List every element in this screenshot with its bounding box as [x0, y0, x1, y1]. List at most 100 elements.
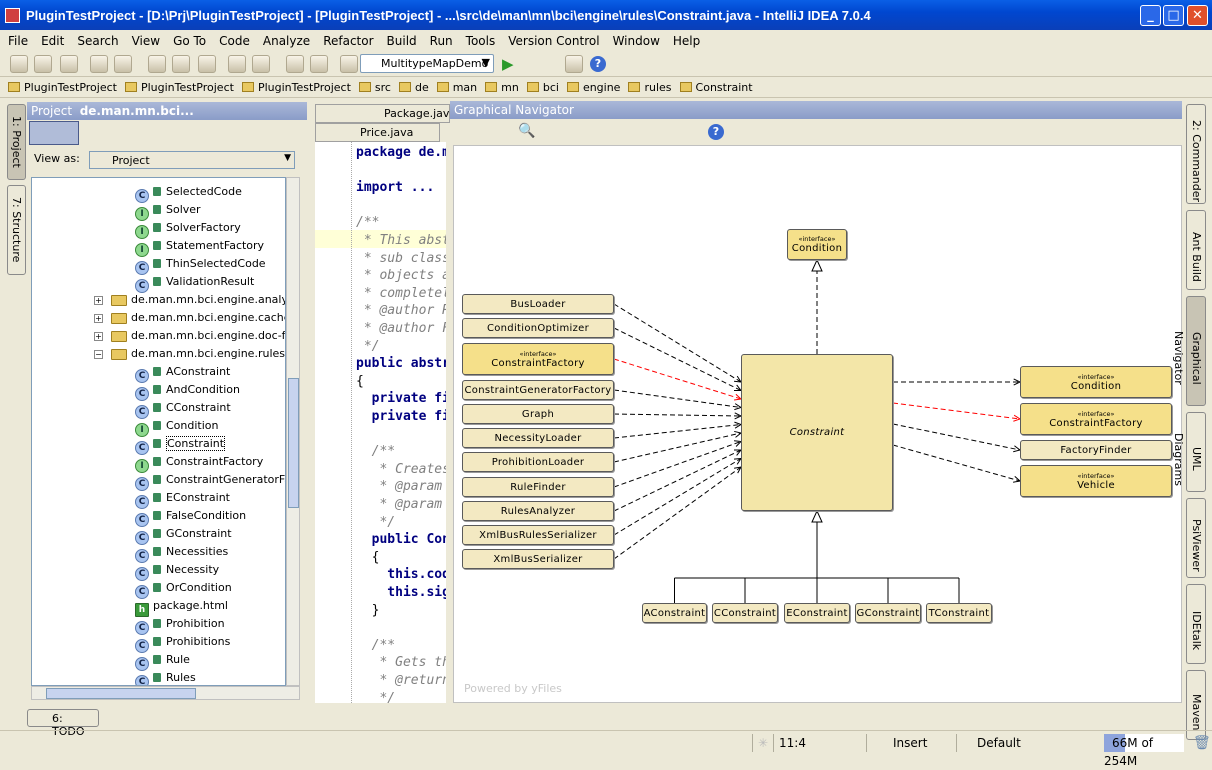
- tree-item[interactable]: h package.html: [135, 597, 228, 617]
- breadcrumb-item[interactable]: PluginTestProject: [241, 81, 355, 94]
- tree-item[interactable]: + de.man.mn.bci.engine.analyzer: [94, 291, 285, 309]
- toolbar-button[interactable]: [252, 55, 270, 73]
- tree-item[interactable]: C Prohibition: [135, 615, 225, 635]
- breadcrumb-item[interactable]: bci: [526, 81, 563, 94]
- uml-node-left[interactable]: NecessityLoader: [462, 428, 614, 448]
- uml-node-left[interactable]: «interface» ConstraintFactory: [462, 343, 614, 375]
- uml-node-left[interactable]: ProhibitionLoader: [462, 452, 614, 472]
- tree-item[interactable]: I Solver: [135, 201, 201, 221]
- menu-code[interactable]: Code: [219, 34, 250, 48]
- close-button[interactable]: ✕: [1187, 5, 1208, 26]
- scrollbar-thumb[interactable]: [46, 688, 196, 699]
- toolbar-button[interactable]: [286, 55, 304, 73]
- tool-tab-structure[interactable]: 7: Structure: [7, 185, 26, 275]
- tree-item[interactable]: I Condition: [135, 417, 219, 437]
- memory-indicator[interactable]: 66M of 254M: [1104, 734, 1184, 768]
- uml-node-right[interactable]: «interface» Vehicle: [1020, 465, 1172, 497]
- tool-tab-2-commander[interactable]: 2: Commander: [1186, 104, 1206, 204]
- uml-node-left[interactable]: Graph: [462, 404, 614, 424]
- uml-node-condition-top[interactable]: «interface» Condition: [787, 229, 847, 260]
- tree-item[interactable]: C ValidationResult: [135, 273, 254, 293]
- tree-item[interactable]: + de.man.mn.bci.engine.doc-files: [94, 327, 285, 345]
- menu-refactor[interactable]: Refactor: [323, 34, 373, 48]
- tree-item[interactable]: C Rule: [135, 651, 190, 671]
- menu-build[interactable]: Build: [387, 34, 417, 48]
- uml-node-left[interactable]: ConstraintGeneratorFactory: [462, 380, 614, 400]
- breadcrumb-item[interactable]: src: [358, 81, 395, 94]
- breadcrumb-item[interactable]: PluginTestProject: [8, 81, 121, 94]
- scrollbar-thumb[interactable]: [288, 378, 299, 508]
- breadcrumb-item[interactable]: man: [436, 81, 481, 94]
- tree-item[interactable]: + de.man.mn.bci.engine.cache: [94, 309, 285, 327]
- tree-horizontal-scrollbar[interactable]: [31, 686, 300, 700]
- tree-item[interactable]: C EConstraint: [135, 489, 230, 509]
- uml-node-bottom[interactable]: TConstraint: [926, 603, 992, 623]
- autoscroll-toggle[interactable]: [29, 121, 79, 145]
- uml-node-left[interactable]: RuleFinder: [462, 477, 614, 497]
- caret-position[interactable]: 11:4: [773, 734, 865, 752]
- tree-item[interactable]: − de.man.mn.bci.engine.rules: [94, 345, 285, 363]
- tree-item[interactable]: C Necessities: [135, 543, 228, 563]
- uml-node-left[interactable]: XmlBusSerializer: [462, 549, 614, 569]
- breadcrumb-item[interactable]: de: [398, 81, 433, 94]
- editor-tab-price[interactable]: Price.java: [315, 123, 440, 142]
- collapse-icon[interactable]: −: [94, 350, 103, 359]
- toolbar-button[interactable]: [60, 55, 78, 73]
- menu-go-to[interactable]: Go To: [173, 34, 206, 48]
- tree-item[interactable]: C AndCondition: [135, 381, 240, 401]
- uml-node-constraint[interactable]: Constraint: [741, 354, 893, 511]
- menu-file[interactable]: File: [8, 34, 28, 48]
- help-icon[interactable]: ?: [708, 124, 724, 140]
- tree-item[interactable]: C Constraint: [135, 435, 226, 455]
- tree-item[interactable]: I SolverFactory: [135, 219, 241, 239]
- diagram-canvas[interactable]: Powered by yFiles Constraint «interface» C…: [453, 145, 1182, 703]
- tree-item[interactable]: C Necessity: [135, 561, 219, 581]
- menu-tools[interactable]: Tools: [466, 34, 496, 48]
- breadcrumb-item[interactable]: PluginTestProject: [124, 81, 238, 94]
- uml-node-left[interactable]: BusLoader: [462, 294, 614, 314]
- tree-item[interactable]: C FalseCondition: [135, 507, 246, 527]
- help-icon[interactable]: ?: [590, 56, 606, 72]
- toolbar-button[interactable]: [90, 55, 108, 73]
- menu-run[interactable]: Run: [430, 34, 453, 48]
- inspection-profile[interactable]: Default: [956, 734, 1021, 752]
- toolbar-button[interactable]: [310, 55, 328, 73]
- tool-tab-todo[interactable]: 6: TODO: [27, 709, 99, 738]
- tree-item[interactable]: I ConstraintFactory: [135, 453, 263, 473]
- tree-item[interactable]: C ThinSelectedCode: [135, 255, 266, 275]
- menu-window[interactable]: Window: [613, 34, 660, 48]
- tool-tab-uml-diagrams[interactable]: UML Diagrams: [1172, 412, 1206, 492]
- uml-node-right[interactable]: «interface» ConstraintFactory: [1020, 403, 1172, 435]
- menu-analyze[interactable]: Analyze: [263, 34, 310, 48]
- uml-node-right[interactable]: «interface» Condition: [1020, 366, 1172, 398]
- insert-mode[interactable]: Insert: [888, 734, 956, 752]
- expand-icon[interactable]: +: [94, 332, 103, 341]
- menu-view[interactable]: View: [132, 34, 160, 48]
- tool-tab-project[interactable]: 1: Project: [7, 104, 26, 180]
- tool-tab-psiviewer[interactable]: PsiViewer: [1186, 498, 1206, 578]
- tree-vertical-scrollbar[interactable]: [286, 177, 300, 686]
- toolbar-button[interactable]: [10, 55, 28, 73]
- tree-item[interactable]: C GConstraint: [135, 525, 232, 545]
- toolbar-button[interactable]: [228, 55, 246, 73]
- menu-edit[interactable]: Edit: [41, 34, 64, 48]
- minimize-button[interactable]: _: [1140, 5, 1161, 26]
- menu-search[interactable]: Search: [77, 34, 118, 48]
- uml-node-bottom[interactable]: AConstraint: [642, 603, 707, 623]
- uml-node-left[interactable]: ConditionOptimizer: [462, 318, 614, 338]
- maximize-button[interactable]: □: [1163, 5, 1184, 26]
- breadcrumb-item[interactable]: mn: [485, 81, 523, 94]
- toolbar-button[interactable]: [148, 55, 166, 73]
- run-icon[interactable]: ▶: [502, 55, 514, 73]
- garbage-collect-icon[interactable]: 🗑: [1188, 734, 1211, 752]
- breadcrumb-item[interactable]: Constraint: [679, 81, 757, 94]
- editor-tab-package[interactable]: Package.java: [315, 104, 450, 123]
- expand-icon[interactable]: +: [94, 296, 103, 305]
- breadcrumb-item[interactable]: rules: [628, 81, 675, 94]
- tree-item[interactable]: C Rules: [135, 669, 196, 685]
- toolbar-button[interactable]: [565, 55, 583, 73]
- run-config-select[interactable]: MultitypeMapDemo ▼: [360, 54, 494, 73]
- uml-node-left[interactable]: RulesAnalyzer: [462, 501, 614, 521]
- tree-item[interactable]: C CConstraint: [135, 399, 231, 419]
- uml-node-left[interactable]: XmlBusRulesSerializer: [462, 525, 614, 545]
